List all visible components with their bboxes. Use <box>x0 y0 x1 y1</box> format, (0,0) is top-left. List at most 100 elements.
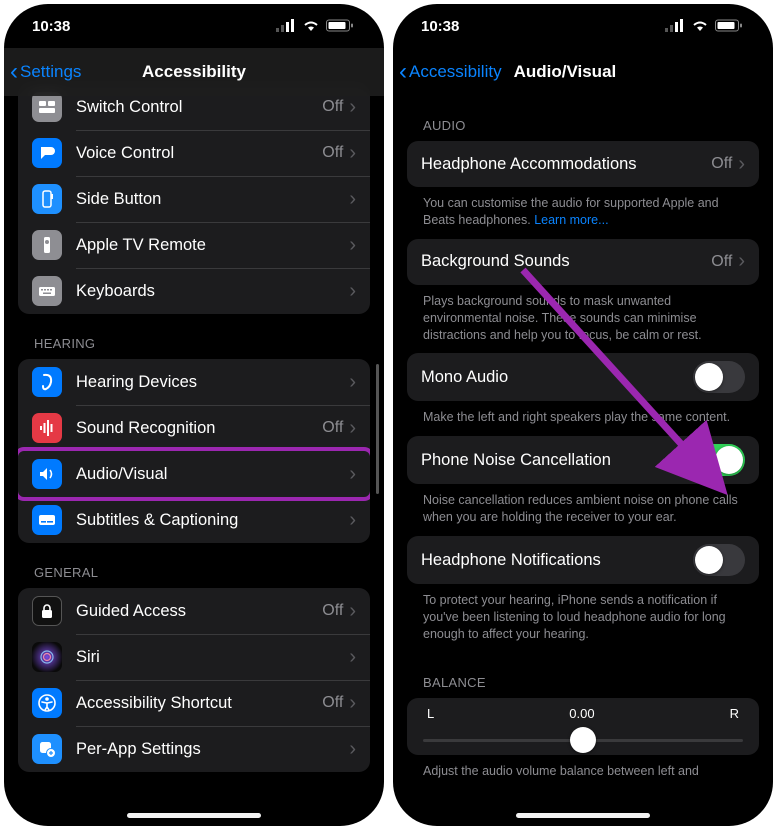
row-label: Subtitles & Captioning <box>76 511 349 530</box>
per-app-settings-icon <box>32 734 62 764</box>
footer-balance: Adjust the audio volume balance between … <box>393 755 773 780</box>
cellular-icon <box>665 16 685 36</box>
group-mono-audio: Mono Audio <box>407 353 759 401</box>
home-indicator[interactable] <box>127 813 261 818</box>
row-label: Phone Noise Cancellation <box>421 451 693 470</box>
footer-mono-audio: Make the left and right speakers play th… <box>393 401 773 436</box>
noise-cancellation-toggle[interactable] <box>693 444 745 476</box>
group-background-sounds: Background Sounds Off › <box>407 239 759 285</box>
section-header-general: GENERAL <box>4 543 384 588</box>
row-siri[interactable]: Siri › <box>18 634 370 680</box>
row-value: Off <box>322 98 343 116</box>
section-header-balance: BALANCE <box>393 653 773 698</box>
chevron-right-icon: › <box>349 234 356 257</box>
slider-knob-icon[interactable] <box>570 727 596 753</box>
section-header-hearing: HEARING <box>4 314 384 359</box>
chevron-right-icon: › <box>349 600 356 623</box>
balance-value: 0.00 <box>434 706 729 721</box>
cellular-icon <box>276 16 296 36</box>
accessibility-shortcut-icon <box>32 688 62 718</box>
back-label: Accessibility <box>409 62 502 82</box>
row-label: Side Button <box>76 190 349 209</box>
row-value: Off <box>322 694 343 712</box>
row-label: Headphone Notifications <box>421 551 693 570</box>
row-label: Apple TV Remote <box>76 236 349 255</box>
settings-scroll[interactable]: Switch Control Off › Voice Control Off ›… <box>4 84 384 826</box>
row-label: Sound Recognition <box>76 419 322 438</box>
row-label: Voice Control <box>76 144 322 163</box>
row-background-sounds[interactable]: Background Sounds Off › <box>407 239 759 285</box>
group-headphone-notifications: Headphone Notifications <box>407 536 759 584</box>
scrollbar[interactable] <box>376 364 379 494</box>
row-value: Off <box>711 155 732 173</box>
row-value: Off <box>322 419 343 437</box>
chevron-right-icon: › <box>349 692 356 715</box>
lock-icon <box>32 596 62 626</box>
apple-tv-remote-icon <box>32 230 62 260</box>
wifi-icon <box>690 16 710 36</box>
chevron-right-icon: › <box>349 371 356 394</box>
status-indicators <box>665 16 743 36</box>
row-label: Hearing Devices <box>76 373 349 392</box>
chevron-right-icon: › <box>349 463 356 486</box>
row-label: Keyboards <box>76 282 349 301</box>
row-label: Mono Audio <box>421 368 693 387</box>
balance-slider[interactable] <box>423 725 743 755</box>
chevron-left-icon: ‹ <box>399 60 407 84</box>
status-time: 10:38 <box>32 18 70 35</box>
balance-control: L 0.00 R <box>407 698 759 755</box>
balance-left-label: L <box>427 706 434 721</box>
row-headphone-accommodations[interactable]: Headphone Accommodations Off › <box>407 141 759 187</box>
row-side-button[interactable]: Side Button › <box>18 176 370 222</box>
row-label: Siri <box>76 648 349 667</box>
sound-recognition-icon <box>32 413 62 443</box>
nav-bar: ‹ Settings Accessibility <box>4 48 384 96</box>
row-sound-recognition[interactable]: Sound Recognition Off › <box>18 405 370 451</box>
side-button-icon <box>32 184 62 214</box>
chevron-left-icon: ‹ <box>10 60 18 84</box>
row-value: Off <box>322 602 343 620</box>
settings-scroll[interactable]: AUDIO Headphone Accommodations Off › You… <box>393 96 773 826</box>
keyboards-icon <box>32 276 62 306</box>
home-indicator[interactable] <box>516 813 650 818</box>
row-per-app-settings[interactable]: Per-App Settings › <box>18 726 370 772</box>
row-headphone-notifications: Headphone Notifications <box>407 536 759 584</box>
siri-icon <box>32 642 62 672</box>
row-label: Guided Access <box>76 602 322 621</box>
row-guided-access[interactable]: Guided Access Off › <box>18 588 370 634</box>
row-label: Switch Control <box>76 98 322 117</box>
row-value: Off <box>711 253 732 271</box>
status-time: 10:38 <box>421 18 459 35</box>
chevron-right-icon: › <box>349 280 356 303</box>
row-subtitles[interactable]: Subtitles & Captioning › <box>18 497 370 543</box>
footer-noise-cancellation: Noise cancellation reduces ambient noise… <box>393 484 773 536</box>
row-apple-tv-remote[interactable]: Apple TV Remote › <box>18 222 370 268</box>
chevron-right-icon: › <box>349 96 356 119</box>
wifi-icon <box>301 16 321 36</box>
row-label: Accessibility Shortcut <box>76 694 322 713</box>
back-button[interactable]: ‹ Settings <box>4 60 89 84</box>
row-accessibility-shortcut[interactable]: Accessibility Shortcut Off › <box>18 680 370 726</box>
back-label: Settings <box>20 62 81 82</box>
row-label: Background Sounds <box>421 252 711 271</box>
learn-more-link[interactable]: Learn more... <box>534 213 608 227</box>
battery-icon <box>326 19 354 33</box>
row-label: Per-App Settings <box>76 740 349 759</box>
chevron-right-icon: › <box>349 646 356 669</box>
row-audio-visual[interactable]: Audio/Visual › <box>18 451 370 497</box>
back-button[interactable]: ‹ Accessibility <box>393 60 510 84</box>
row-voice-control[interactable]: Voice Control Off › <box>18 130 370 176</box>
row-hearing-devices[interactable]: Hearing Devices › <box>18 359 370 405</box>
group-hearing: Hearing Devices › Sound Recognition Off … <box>18 359 370 543</box>
audio-visual-icon <box>32 459 62 489</box>
mono-audio-toggle[interactable] <box>693 361 745 393</box>
row-keyboards[interactable]: Keyboards › <box>18 268 370 314</box>
headphone-notifications-toggle[interactable] <box>693 544 745 576</box>
ear-icon <box>32 367 62 397</box>
phone-accessibility-screen: 10:38 ‹ Settings Accessibility Switch Co… <box>4 4 384 826</box>
subtitles-icon <box>32 505 62 535</box>
chevron-right-icon: › <box>349 509 356 532</box>
group-balance: L 0.00 R <box>407 698 759 755</box>
nav-bar: ‹ Accessibility Audio/Visual <box>393 48 773 96</box>
switch-control-icon <box>32 92 62 122</box>
